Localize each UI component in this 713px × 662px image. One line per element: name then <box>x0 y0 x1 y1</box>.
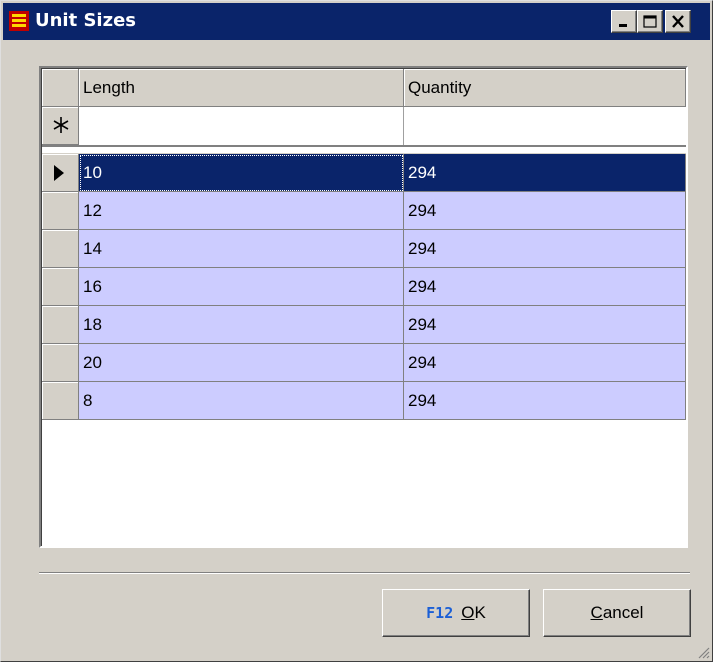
quantity-cell[interactable]: 294 <box>404 154 686 192</box>
close-icon <box>672 15 684 28</box>
unit-sizes-grid[interactable]: Length Quantity 10 294 12 294 14 294 16 … <box>39 66 688 548</box>
new-row-separator <box>42 145 686 154</box>
row-header[interactable] <box>42 382 79 420</box>
table-row[interactable]: 10 294 <box>42 154 686 192</box>
new-row[interactable] <box>42 107 686 145</box>
quantity-cell[interactable]: 294 <box>404 268 686 306</box>
ok-button[interactable]: F12 OK <box>382 589 530 637</box>
table-row[interactable]: 18 294 <box>42 306 686 344</box>
ok-accelerator: O <box>461 603 475 622</box>
quantity-cell[interactable]: 294 <box>404 344 686 382</box>
unit-sizes-window: Unit Sizes Length Quantity 10 294 12 294… <box>0 0 713 662</box>
ok-label: K <box>474 603 486 622</box>
table-row[interactable]: 8 294 <box>42 382 686 420</box>
window-title: Unit Sizes <box>35 10 137 31</box>
row-header[interactable] <box>42 268 79 306</box>
asterisk-icon <box>53 117 69 133</box>
column-header-quantity[interactable]: Quantity <box>404 69 686 107</box>
grid-rows: 10 294 12 294 14 294 16 294 18 294 20 29… <box>42 154 686 420</box>
button-divider <box>39 572 690 574</box>
table-row[interactable]: 12 294 <box>42 192 686 230</box>
row-header[interactable] <box>42 192 79 230</box>
quantity-cell[interactable]: 294 <box>404 192 686 230</box>
row-header[interactable] <box>42 230 79 268</box>
row-header[interactable] <box>42 344 79 382</box>
row-pointer-icon <box>54 165 64 181</box>
table-row[interactable]: 14 294 <box>42 230 686 268</box>
row-header[interactable] <box>42 306 79 344</box>
new-row-quantity-cell[interactable] <box>404 107 686 145</box>
grid-corner-header[interactable] <box>42 69 79 107</box>
title-bar[interactable]: Unit Sizes <box>3 3 710 40</box>
resize-grip-icon[interactable] <box>696 645 710 659</box>
quantity-cell[interactable]: 294 <box>404 306 686 344</box>
close-button[interactable] <box>665 10 691 33</box>
quantity-cell[interactable]: 294 <box>404 382 686 420</box>
maximize-icon <box>643 15 657 28</box>
quantity-cell[interactable]: 294 <box>404 230 686 268</box>
length-cell[interactable]: 16 <box>79 268 404 306</box>
table-row[interactable]: 16 294 <box>42 268 686 306</box>
table-row[interactable]: 20 294 <box>42 344 686 382</box>
length-cell[interactable]: 12 <box>79 192 404 230</box>
length-cell[interactable]: 20 <box>79 344 404 382</box>
app-icon <box>9 11 29 31</box>
cancel-accelerator: C <box>590 603 603 622</box>
length-cell[interactable]: 10 <box>79 154 404 192</box>
row-header[interactable] <box>42 154 79 192</box>
column-header-length[interactable]: Length <box>79 69 404 107</box>
minimize-button[interactable] <box>611 10 637 33</box>
maximize-button[interactable] <box>637 10 663 33</box>
length-cell[interactable]: 14 <box>79 230 404 268</box>
length-cell[interactable]: 8 <box>79 382 404 420</box>
f12-shortcut-label: F12 <box>426 604 454 622</box>
length-cell[interactable]: 18 <box>79 306 404 344</box>
new-row-length-cell[interactable] <box>79 107 404 145</box>
cancel-label: ancel <box>602 603 644 622</box>
minimize-icon <box>619 24 627 27</box>
new-row-header[interactable] <box>42 107 79 145</box>
cancel-button[interactable]: Cancel <box>543 589 691 637</box>
